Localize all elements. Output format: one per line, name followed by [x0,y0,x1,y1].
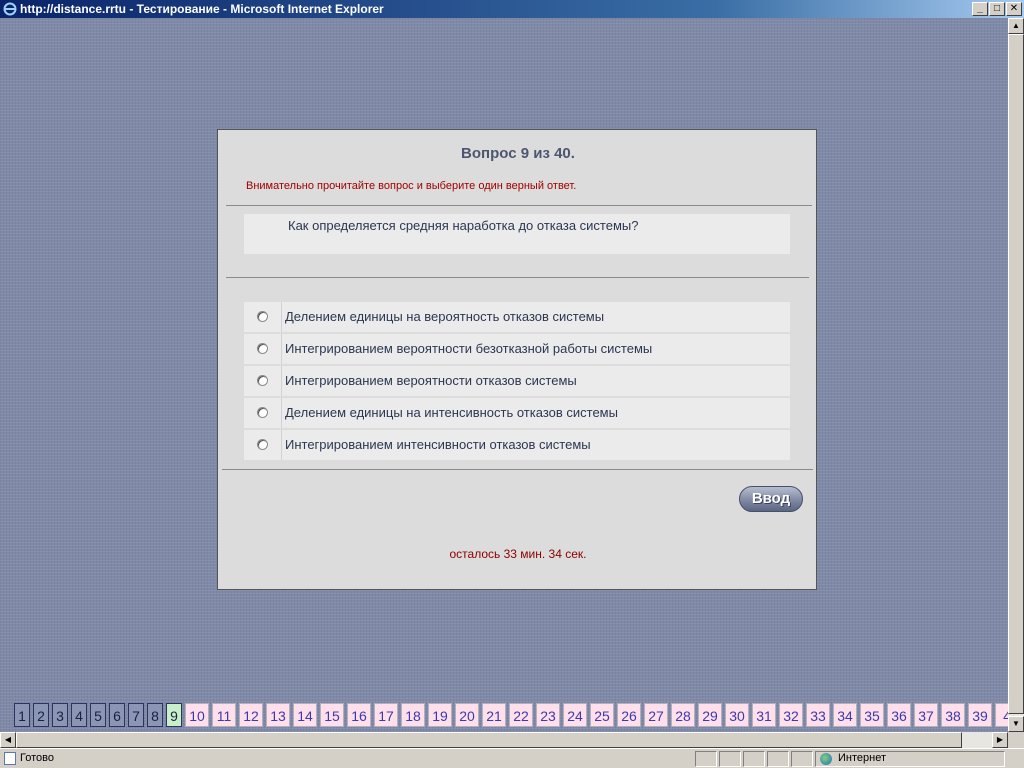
question-nav-button[interactable]: 16 [347,703,371,727]
answer-option[interactable]: Интегрированием вероятности отказов сист… [244,366,790,396]
window-titlebar: http://distance.rrtu - Тестирование - Mi… [0,0,1024,18]
question-nav-button[interactable]: 33 [806,703,830,727]
question-nav-button[interactable]: 38 [941,703,965,727]
vertical-scrollbar[interactable]: ▲ ▼ [1008,18,1024,732]
question-nav-button[interactable]: 36 [887,703,911,727]
question-nav-button[interactable]: 25 [590,703,614,727]
instruction-text: Внимательно прочитайте вопрос и выберите… [246,180,577,192]
question-nav-button[interactable]: 31 [752,703,776,727]
question-nav-button[interactable]: 23 [536,703,560,727]
question-nav-button[interactable]: 28 [671,703,695,727]
question-nav-button[interactable]: 4 [995,703,1008,727]
question-nav-button[interactable]: 12 [239,703,263,727]
question-nav-button[interactable]: 32 [779,703,803,727]
question-nav-button[interactable]: 13 [266,703,290,727]
maximize-button[interactable]: □ [989,2,1005,16]
question-nav-button[interactable]: 14 [293,703,317,727]
question-nav-button[interactable]: 26 [617,703,641,727]
radio-button[interactable] [257,311,268,322]
close-button[interactable]: ✕ [1006,2,1022,16]
answer-label[interactable]: Интегрированием вероятности безотказной … [285,341,652,356]
radio-button[interactable] [257,375,268,386]
question-nav-button[interactable]: 5 [90,703,106,727]
question-nav-button[interactable]: 19 [428,703,452,727]
horizontal-scrollbar[interactable]: ◀ ▶ [0,732,1008,748]
radio-button[interactable] [257,439,268,450]
status-panel [695,751,717,767]
status-bar: Готово Интернет [0,748,1024,768]
question-nav-button[interactable]: 27 [644,703,668,727]
answer-option[interactable]: Интегрированием вероятности безотказной … [244,334,790,364]
answer-option[interactable]: Делением единицы на интенсивность отказо… [244,398,790,428]
time-remaining: осталось 33 мин. 34 сек. [449,547,587,561]
scrollbar-corner [1008,732,1024,748]
internet-zone-icon [820,753,832,765]
question-nav-button[interactable]: 37 [914,703,938,727]
test-panel: Вопрос 9 из 40. Внимательно прочитайте в… [217,129,817,590]
radio-button[interactable] [257,343,268,354]
scroll-right-icon[interactable]: ▶ [992,732,1008,748]
question-nav-button[interactable]: 34 [833,703,857,727]
horizontal-scroll-thumb[interactable] [16,732,962,748]
status-panel [791,751,813,767]
divider [226,205,812,206]
question-nav-button[interactable]: 22 [509,703,533,727]
divider [226,277,809,278]
question-nav-button[interactable]: 11 [212,703,236,727]
status-text: Готово [20,752,54,764]
status-panel [719,751,741,767]
internet-explorer-icon [3,2,17,16]
question-box: Как определяется средняя наработка до от… [244,214,790,254]
submit-button[interactable]: Ввод [739,486,803,512]
page-icon [4,752,16,765]
question-nav-button[interactable]: 1 [14,703,30,727]
question-nav-button[interactable]: 39 [968,703,992,727]
answer-label[interactable]: Делением единицы на интенсивность отказо… [285,405,618,420]
question-nav-button[interactable]: 21 [482,703,506,727]
answer-label[interactable]: Интегрированием интенсивности отказов си… [285,437,591,452]
divider [222,469,813,470]
question-nav-button[interactable]: 17 [374,703,398,727]
answer-option[interactable]: Делением единицы на вероятность отказов … [244,302,790,332]
question-nav-button[interactable]: 4 [71,703,87,727]
scroll-down-icon[interactable]: ▼ [1008,716,1024,732]
answer-option[interactable]: Интегрированием интенсивности отказов си… [244,430,790,460]
question-header: Вопрос 9 из 40. [461,145,575,162]
question-nav-button[interactable]: 10 [185,703,209,727]
question-nav-button[interactable]: 24 [563,703,587,727]
question-nav-button[interactable]: 9 [166,703,182,727]
minimize-button[interactable]: _ [972,2,988,16]
question-nav-button[interactable]: 7 [128,703,144,727]
question-nav-button[interactable]: 18 [401,703,425,727]
page-viewport: Вопрос 9 из 40. Внимательно прочитайте в… [0,18,1008,732]
scroll-left-icon[interactable]: ◀ [0,732,16,748]
question-nav-button[interactable]: 6 [109,703,125,727]
question-nav-button[interactable]: 8 [147,703,163,727]
question-nav-button[interactable]: 2 [33,703,49,727]
status-panel [743,751,765,767]
answer-label[interactable]: Делением единицы на вероятность отказов … [285,309,604,324]
question-nav-button[interactable]: 3 [52,703,68,727]
radio-button[interactable] [257,407,268,418]
question-nav-button[interactable]: 20 [455,703,479,727]
scroll-up-icon[interactable]: ▲ [1008,18,1024,34]
status-panel [767,751,789,767]
window-title: http://distance.rrtu - Тестирование - Mi… [20,2,384,16]
vertical-scroll-thumb[interactable] [1008,34,1024,714]
question-nav-button[interactable]: 15 [320,703,344,727]
answer-label[interactable]: Интегрированием вероятности отказов сист… [285,373,577,388]
question-text: Как определяется средняя наработка до от… [288,218,639,233]
question-nav-button[interactable]: 30 [725,703,749,727]
security-zone-label: Интернет [838,752,886,764]
question-nav-button[interactable]: 35 [860,703,884,727]
question-nav-button[interactable]: 29 [698,703,722,727]
